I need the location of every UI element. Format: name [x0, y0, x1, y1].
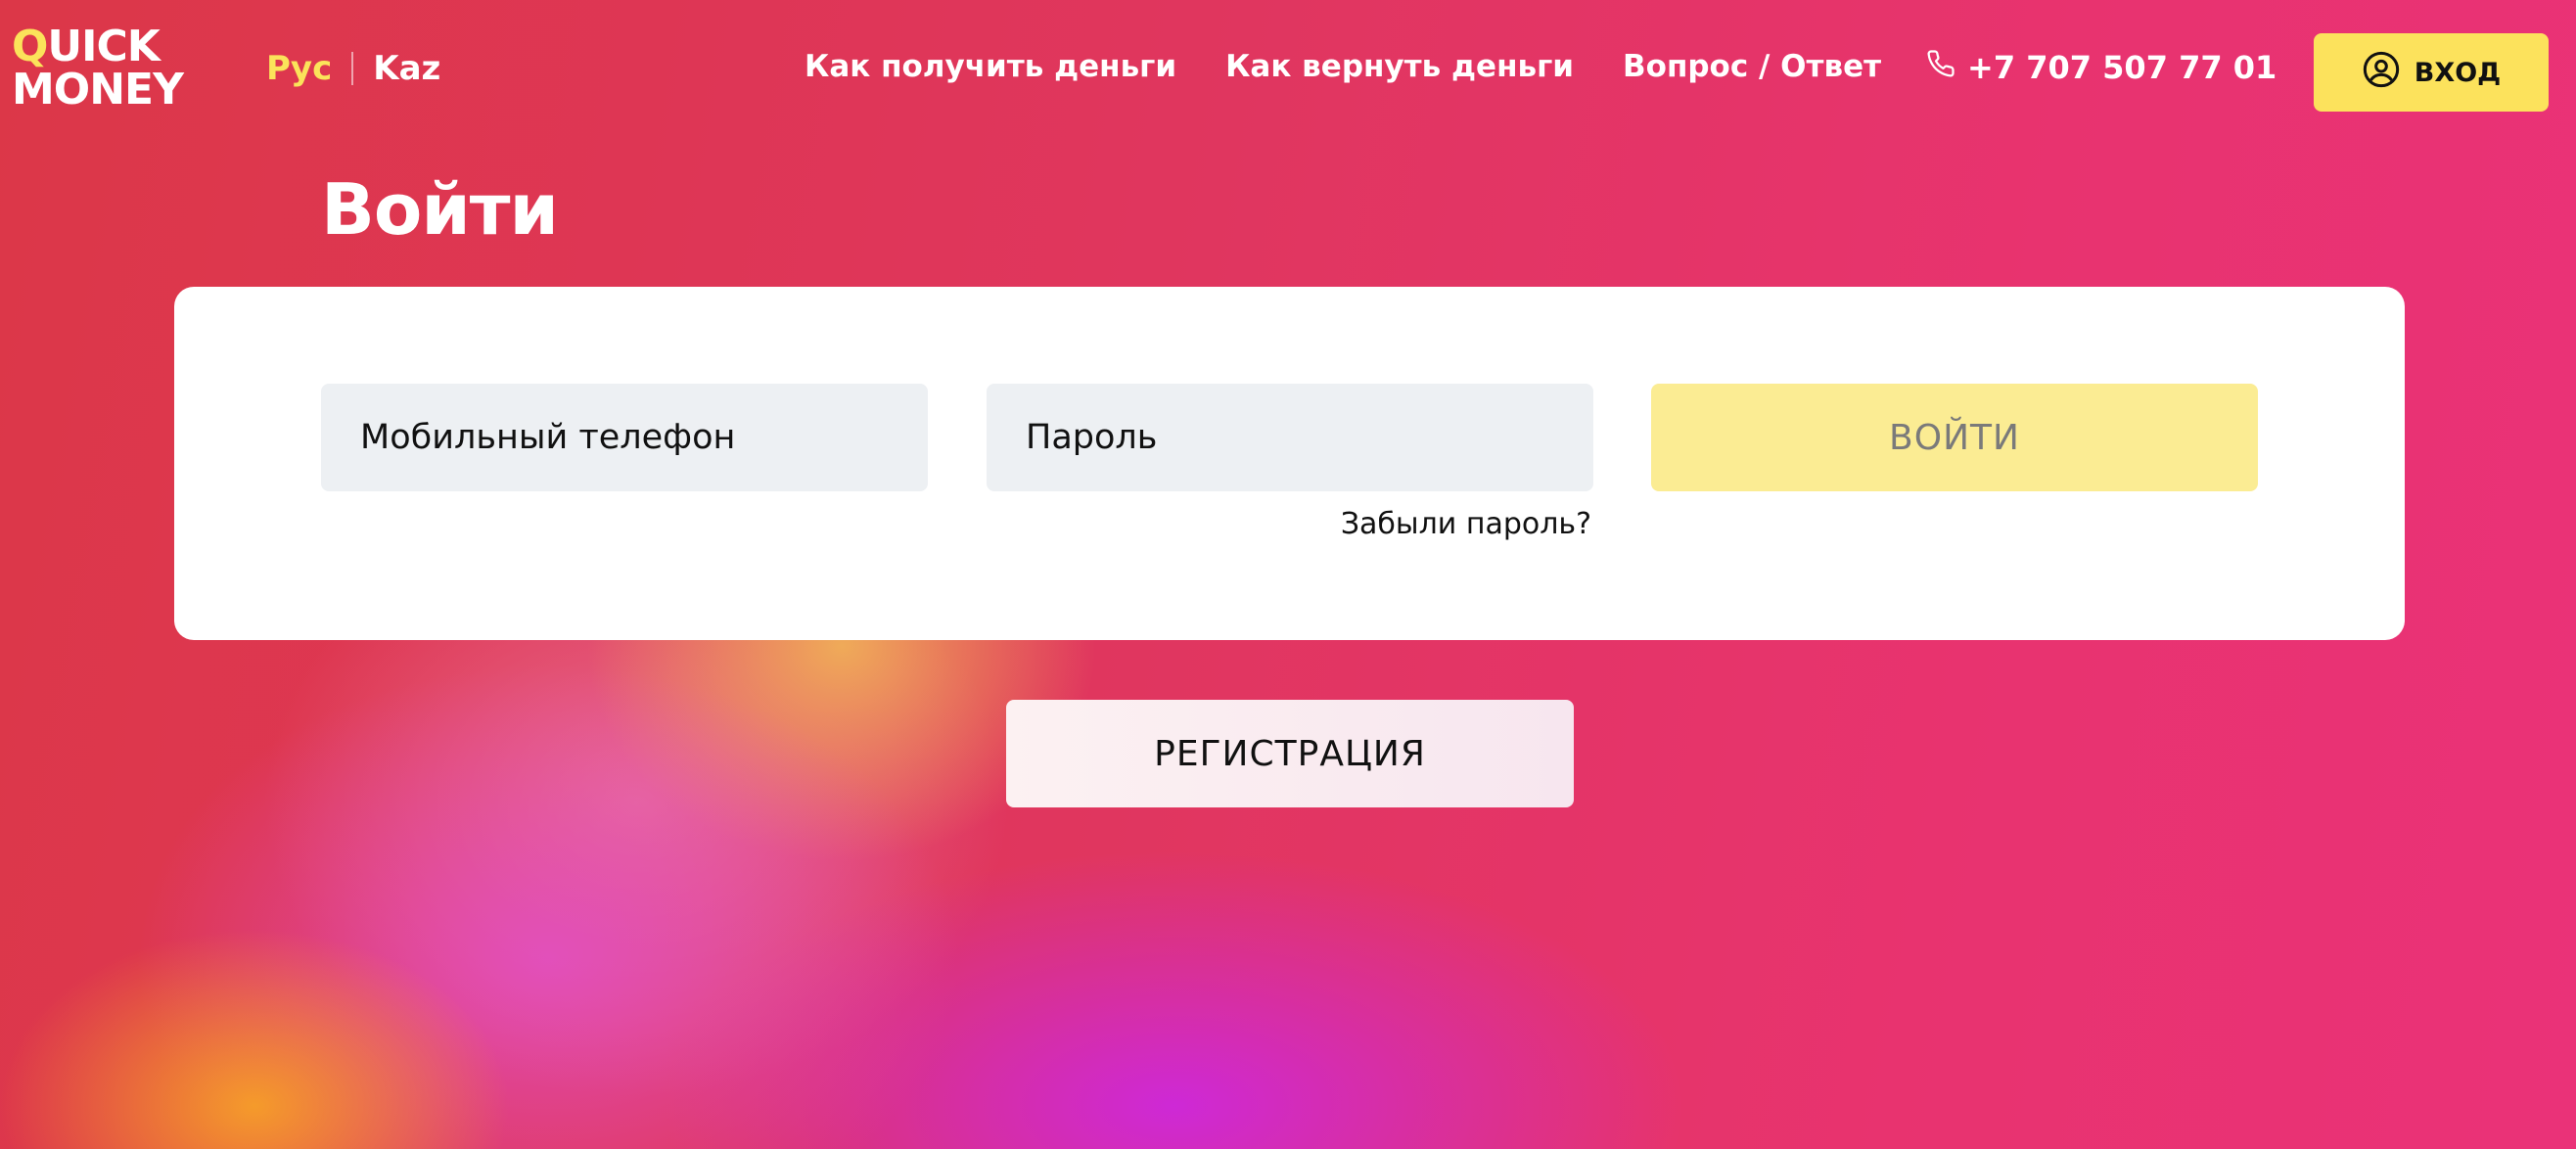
login-submit-button[interactable]: ВОЙТИ — [1651, 384, 2258, 491]
logo-line-1: QUICK — [12, 25, 207, 69]
register-button[interactable]: РЕГИСТРАЦИЯ — [1006, 700, 1574, 807]
password-input[interactable] — [987, 384, 1593, 491]
phone-link[interactable]: +7 707 507 77 01 — [1926, 49, 2277, 86]
lang-kz[interactable]: Kaz — [373, 49, 440, 88]
lang-divider — [351, 52, 354, 85]
nav-faq[interactable]: Вопрос / Ответ — [1623, 49, 1881, 84]
lang-ru[interactable]: Рус — [266, 49, 332, 88]
page-title: Войти — [321, 168, 559, 251]
language-switcher: Рус Kaz — [266, 49, 440, 88]
user-circle-icon — [2362, 50, 2401, 96]
phone-number: +7 707 507 77 01 — [1967, 49, 2277, 86]
main-nav: Как получить деньги Как вернуть деньги В… — [805, 49, 1881, 84]
logo[interactable]: QUICK MONEY — [12, 25, 207, 112]
header-login-label: ВХОД — [2414, 57, 2502, 88]
login-card: ВОЙТИ Забыли пароль? — [174, 287, 2405, 640]
header-login-button[interactable]: ВХОД — [2314, 33, 2549, 112]
phone-input[interactable] — [321, 384, 928, 491]
nav-how-to-get-money[interactable]: Как получить деньги — [805, 49, 1176, 84]
forgot-password-link[interactable]: Забыли пароль? — [1341, 507, 1591, 541]
phone-icon — [1926, 49, 1955, 86]
nav-how-to-return-money[interactable]: Как вернуть деньги — [1225, 49, 1574, 84]
logo-line-2: MONEY — [12, 65, 184, 115]
